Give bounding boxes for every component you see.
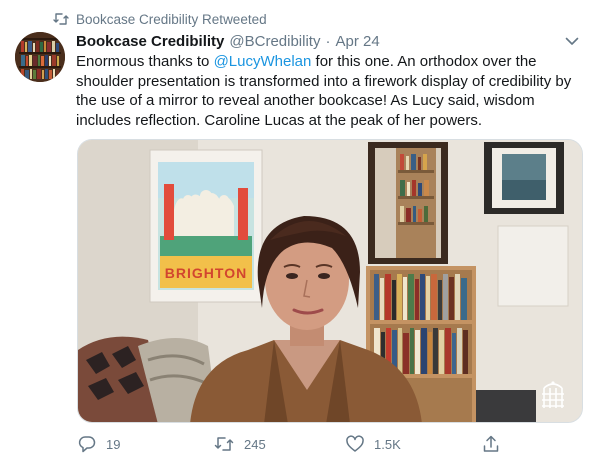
retweet-button[interactable]: 245 [214, 434, 266, 454]
share-button[interactable] [482, 434, 510, 454]
avatar[interactable] [15, 32, 65, 82]
retweet-icon [53, 12, 69, 26]
tweet-date[interactable]: Apr 24 [335, 33, 379, 50]
heart-icon [346, 435, 364, 452]
tweet-header: Bookcase Credibility @BCredibility · Apr… [76, 30, 581, 52]
chevron-down-icon[interactable] [563, 32, 581, 50]
reply-icon [78, 436, 96, 453]
author-name[interactable]: Bookcase Credibility [76, 33, 224, 50]
retweet-count: 245 [244, 436, 266, 452]
mention-link[interactable]: @LucyWhelan [214, 53, 312, 70]
brighton-poster: BRIGHTON [149, 149, 263, 303]
reply-button[interactable]: 19 [78, 434, 120, 454]
tweet-text: Enormous thanks to @LucyWhelan for this … [76, 52, 586, 131]
like-button[interactable]: 1.5K [346, 434, 401, 454]
poster-title: BRIGHTON [165, 265, 247, 281]
like-count: 1.5K [374, 436, 401, 452]
tweet-actions: 19 245 1.5K [76, 434, 576, 454]
mirror [368, 142, 448, 264]
share-icon [483, 435, 499, 452]
retweet-icon [214, 437, 234, 451]
tweet-text-part: Enormous thanks to [76, 53, 214, 70]
separator-dot: · [325, 32, 331, 50]
retweet-context-label: Bookcase Credibility Retweeted [76, 11, 267, 27]
retweet-context[interactable]: Bookcase Credibility Retweeted [53, 10, 267, 28]
author-handle[interactable]: @BCredibility [229, 33, 320, 50]
reply-count: 19 [106, 436, 121, 452]
tweet-media-image[interactable]: BRIGHTON [77, 139, 583, 423]
framed-picture [484, 142, 564, 214]
